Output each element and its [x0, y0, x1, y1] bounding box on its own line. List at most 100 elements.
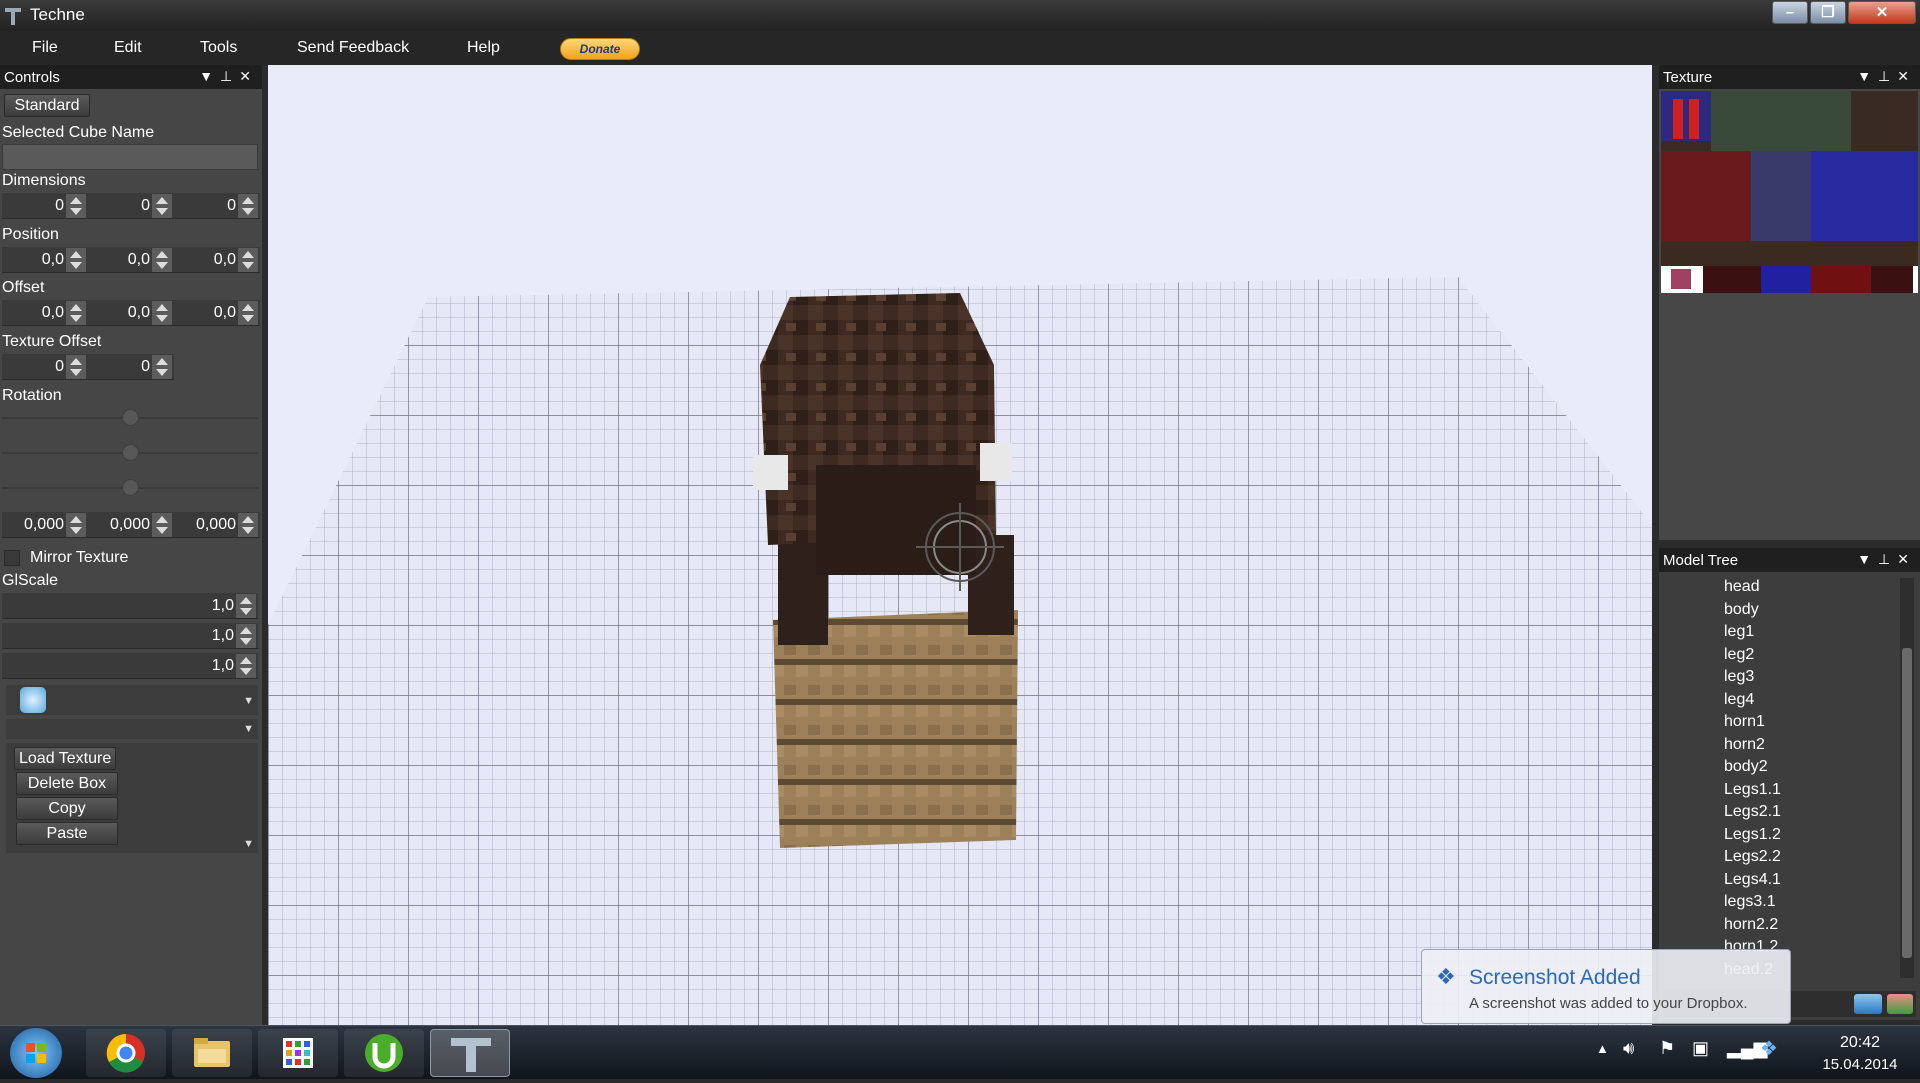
tree-item[interactable]: horn1 [1724, 713, 1765, 731]
tree-item[interactable]: horn2.2 [1724, 916, 1778, 934]
explorer-taskbar-button[interactable] [172, 1029, 252, 1077]
texture-offset-x-spinner[interactable]: 0 [2, 354, 88, 380]
techne-taskbar-button[interactable] [430, 1029, 510, 1077]
spinner-arrows-icon[interactable] [238, 248, 258, 272]
action-center-flag-icon[interactable]: ⚑ [1659, 1038, 1675, 1059]
menu-send-feedback[interactable]: Send Feedback [297, 39, 409, 57]
maximize-button[interactable]: ❐ [1810, 1, 1846, 24]
close-button[interactable]: ✕ [1848, 1, 1916, 24]
dropbox-notification[interactable]: ❖ Screenshot Added A screenshot was adde… [1421, 949, 1791, 1024]
glscale-y-spinner[interactable]: 1,0 [2, 623, 258, 649]
app-grid-taskbar-button[interactable] [258, 1029, 338, 1077]
tree-item[interactable]: Legs1.1 [1724, 781, 1781, 799]
minimize-button[interactable]: – [1772, 1, 1808, 24]
clock-date[interactable]: 15.04.2014 [1805, 1056, 1915, 1073]
utorrent-taskbar-button[interactable] [344, 1029, 424, 1077]
scrollbar-thumb[interactable] [1902, 648, 1912, 958]
offset-z-spinner[interactable]: 0,0 [174, 300, 260, 326]
add-box-icon[interactable] [1887, 994, 1913, 1014]
offset-y-spinner[interactable]: 0,0 [88, 300, 174, 326]
position-z-spinner[interactable]: 0,0 [174, 247, 260, 273]
tree-item[interactable]: Legs4.1 [1724, 871, 1781, 889]
folder-icon[interactable] [1854, 994, 1882, 1014]
tree-scrollbar[interactable] [1900, 578, 1914, 978]
3d-viewport[interactable] [268, 65, 1652, 1025]
panel-options-icon[interactable]: ▼⊥✕ [199, 68, 258, 85]
tree-item[interactable]: leg1 [1724, 623, 1754, 641]
tree-item[interactable]: leg3 [1724, 668, 1754, 686]
rotation-x-spinner[interactable]: 0,000 [2, 512, 88, 538]
glscale-x-spinner[interactable]: 1,0 [2, 593, 258, 619]
dimension-x-spinner[interactable]: 0 [2, 193, 88, 219]
dropbox-tray-icon[interactable]: ❖ [1760, 1036, 1778, 1061]
rotation-y-spinner[interactable]: 0,000 [88, 512, 174, 538]
delete-box-button[interactable]: Delete Box [16, 772, 118, 795]
rotation-y-slider[interactable] [2, 438, 258, 468]
rotation-z-spinner[interactable]: 0,000 [174, 512, 260, 538]
texture-offset-y-spinner[interactable]: 0 [88, 354, 174, 380]
menu-tools[interactable]: Tools [200, 39, 237, 57]
tray-expand-icon[interactable]: ▲ [1596, 1041, 1609, 1056]
tree-item[interactable]: body2 [1724, 758, 1768, 776]
spinner-arrows-icon[interactable] [66, 248, 86, 272]
tree-item[interactable]: leg2 [1724, 646, 1754, 664]
selected-cube-name-input[interactable] [2, 144, 258, 170]
position-y-spinner[interactable]: 0,0 [88, 247, 174, 273]
clock-time[interactable]: 20:42 [1805, 1034, 1915, 1052]
overflow-chevron-icon[interactable]: ▼ [243, 695, 254, 707]
tree-item[interactable]: Legs2.2 [1724, 848, 1781, 866]
chrome-taskbar-button[interactable] [86, 1029, 166, 1077]
load-texture-button[interactable]: Load Texture [14, 747, 116, 770]
spinner-arrows-icon[interactable] [236, 624, 256, 648]
tree-item[interactable]: Legs1.2 [1724, 826, 1781, 844]
tree-item[interactable]: horn2 [1724, 736, 1765, 754]
tree-item[interactable]: legs3.1 [1724, 893, 1776, 911]
tool-strip: ▼ [6, 685, 258, 715]
spinner-arrows-icon[interactable] [66, 513, 86, 537]
spinner-arrows-icon[interactable] [236, 654, 256, 678]
standard-button[interactable]: Standard [4, 94, 90, 117]
panel-options-icon[interactable]: ▼⊥✕ [1857, 68, 1916, 85]
spinner-arrows-icon[interactable] [236, 594, 256, 618]
volume-icon[interactable]: 🔊︎ [1623, 1038, 1634, 1059]
dimension-z-spinner[interactable]: 0 [174, 193, 260, 219]
spinner-arrows-icon[interactable] [152, 194, 172, 218]
offset-x-spinner[interactable]: 0,0 [2, 300, 88, 326]
tree-item[interactable]: head [1724, 578, 1760, 596]
menu-edit[interactable]: Edit [114, 39, 142, 57]
tree-item[interactable]: body [1724, 601, 1759, 619]
menu-help[interactable]: Help [467, 39, 500, 57]
spinner-arrows-icon[interactable] [152, 301, 172, 325]
position-x-spinner[interactable]: 0,0 [2, 247, 88, 273]
mirror-texture-checkbox[interactable] [4, 550, 20, 566]
panel-options-icon[interactable]: ▼⊥✕ [1857, 551, 1916, 568]
spinner-arrows-icon[interactable] [152, 355, 172, 379]
donate-button[interactable]: Donate [560, 38, 640, 60]
paste-button[interactable]: Paste [16, 822, 118, 845]
spinner-arrows-icon[interactable] [238, 513, 258, 537]
cube-tool-icon[interactable] [20, 687, 46, 713]
slider-knob[interactable] [122, 444, 139, 461]
spinner-arrows-icon[interactable] [152, 513, 172, 537]
start-button[interactable] [10, 1028, 62, 1078]
spinner-arrows-icon[interactable] [238, 301, 258, 325]
overflow-chevron-icon[interactable]: ▼ [243, 838, 254, 850]
glscale-z-spinner[interactable]: 1,0 [2, 653, 258, 679]
texture-preview[interactable] [1661, 91, 1918, 293]
slider-knob[interactable] [122, 409, 139, 426]
copy-button[interactable]: Copy [16, 797, 118, 820]
spinner-arrows-icon[interactable] [66, 194, 86, 218]
rotation-x-slider[interactable] [2, 403, 258, 433]
dimension-y-spinner[interactable]: 0 [88, 193, 174, 219]
tree-item[interactable]: Legs2.1 [1724, 803, 1781, 821]
slider-knob[interactable] [122, 479, 139, 496]
spinner-arrows-icon[interactable] [238, 194, 258, 218]
overflow-chevron-icon[interactable]: ▼ [243, 723, 254, 735]
spinner-arrows-icon[interactable] [152, 248, 172, 272]
spinner-arrows-icon[interactable] [66, 301, 86, 325]
menu-file[interactable]: File [32, 39, 58, 57]
spinner-arrows-icon[interactable] [66, 355, 86, 379]
rotation-z-slider[interactable] [2, 473, 258, 503]
tree-item[interactable]: leg4 [1724, 691, 1754, 709]
power-icon[interactable]: ▣ [1692, 1038, 1709, 1059]
